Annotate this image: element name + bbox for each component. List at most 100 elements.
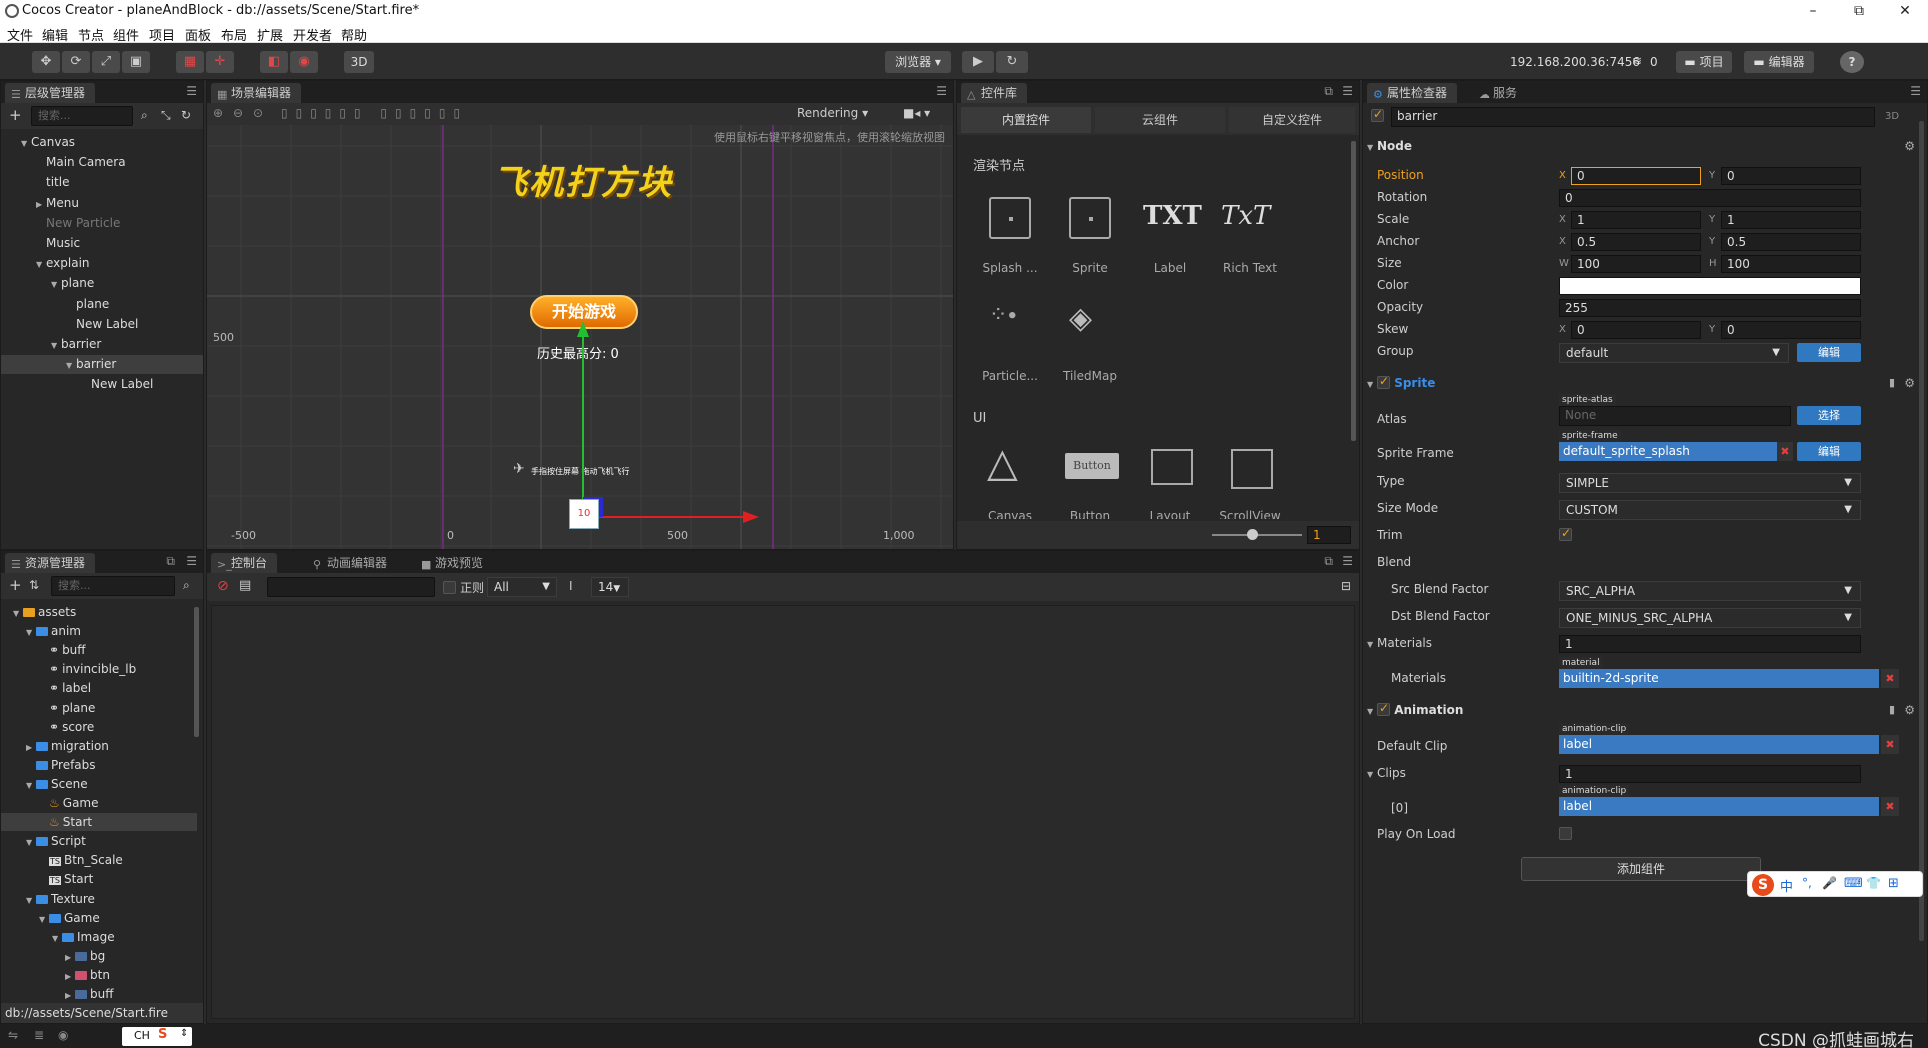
- animation-enabled-checkbox[interactable]: [1377, 701, 1390, 716]
- align-icons[interactable]: ▯▯▯▯▯▯ ▯▯▯▯▯▯: [281, 106, 468, 120]
- regex-toggle[interactable]: 正则: [443, 579, 484, 596]
- log-level-select[interactable]: All ▼: [487, 577, 557, 597]
- menu-developer[interactable]: 开发者: [293, 25, 332, 44]
- hierarchy-node[interactable]: Main Camera: [1, 153, 203, 172]
- panel-menu-icon[interactable]: ☰: [1910, 84, 1921, 98]
- collapse-icon[interactable]: ⊟: [1341, 579, 1351, 593]
- src-blend-select[interactable]: SRC_ALPHA ▼: [1559, 581, 1861, 601]
- tab-builtin[interactable]: 内置控件: [961, 107, 1091, 133]
- tab-game-preview[interactable]: ■ 游戏预览: [415, 553, 493, 573]
- hierarchy-node[interactable]: plane: [1, 295, 203, 314]
- hierarchy-node[interactable]: ▼ plane: [1, 274, 203, 293]
- expand-arrow-icon[interactable]: ▶: [65, 968, 75, 986]
- clear-icon[interactable]: ⊘: [217, 578, 229, 594]
- search-icon[interactable]: ⌕: [183, 578, 190, 593]
- camera-icon[interactable]: ■◂ ▾: [903, 106, 930, 120]
- node-name-input[interactable]: barrier: [1391, 107, 1875, 127]
- canvas-item[interactable]: △: [987, 443, 1018, 483]
- gear-icon[interactable]: ⚙: [1904, 703, 1915, 717]
- ime-indicator[interactable]: CH S ⇕: [122, 1027, 192, 1046]
- assets-scrollbar[interactable]: [194, 607, 199, 737]
- regex-checkbox[interactable]: [443, 581, 456, 594]
- hierarchy-node[interactable]: New Label: [1, 375, 203, 394]
- default-clip-field[interactable]: label: [1559, 735, 1879, 754]
- size-height-input[interactable]: 100: [1721, 255, 1861, 273]
- console-filter-input[interactable]: [267, 577, 435, 597]
- size-width-input[interactable]: 100: [1571, 255, 1701, 273]
- sprite-section-header[interactable]: ▼ Sprite: [1367, 374, 1435, 390]
- menu-edit[interactable]: 编辑: [42, 25, 68, 44]
- expand-arrow-icon[interactable]: ▼: [51, 275, 61, 294]
- scale-x-input[interactable]: 1: [1571, 211, 1701, 229]
- clear-frame-icon[interactable]: ✖: [1777, 442, 1793, 461]
- expand-arrow-icon[interactable]: ▼: [51, 336, 61, 355]
- panel-menu-icon[interactable]: ☰: [1342, 84, 1353, 98]
- ime-skin-icon[interactable]: 👕: [1866, 876, 1881, 890]
- clip0-field[interactable]: label: [1559, 797, 1879, 816]
- hierarchy-node[interactable]: New Particle: [1, 214, 203, 233]
- menu-help[interactable]: 帮助: [341, 25, 367, 44]
- help-button[interactable]: ?: [1840, 51, 1864, 73]
- hierarchy-node[interactable]: ▼ barrier: [1, 335, 203, 354]
- hierarchy-node[interactable]: New Label: [1, 315, 203, 334]
- scrollview-item[interactable]: [1231, 449, 1273, 489]
- add-icon[interactable]: +: [9, 106, 22, 124]
- tab-cloud[interactable]: 云组件: [1095, 107, 1225, 133]
- popout-icon[interactable]: ⧉: [1324, 554, 1333, 569]
- expand-arrow-icon[interactable]: ▶: [65, 949, 75, 967]
- particle-item[interactable]: ⁘∙: [989, 303, 1019, 328]
- zoom-in-icon[interactable]: ⊕: [213, 106, 223, 120]
- rotate-tool-icon[interactable]: ⟳: [62, 51, 90, 73]
- edit-frame-button[interactable]: 编辑: [1797, 442, 1861, 461]
- materials-group-label[interactable]: ▼ Materials: [1367, 636, 1432, 650]
- maximize-button[interactable]: ⧉: [1836, 0, 1882, 22]
- node-active-toggle[interactable]: [1371, 107, 1384, 124]
- menu-node[interactable]: 节点: [78, 25, 104, 44]
- panel-menu-icon[interactable]: ☰: [186, 84, 197, 98]
- clips-count-input[interactable]: 1: [1559, 765, 1861, 783]
- database-icon[interactable]: ≣: [34, 1028, 44, 1042]
- asset-item[interactable]: ▼ assets: [1, 603, 197, 621]
- ime-menu-icon[interactable]: ⊞: [1888, 876, 1899, 891]
- scale-tool-icon[interactable]: ⤢: [92, 51, 120, 73]
- help-book-icon[interactable]: ▮: [1889, 703, 1895, 716]
- zoom-reset-icon[interactable]: ⊙: [253, 106, 263, 120]
- play-icon[interactable]: ▶: [962, 51, 994, 73]
- sprite-enabled-checkbox[interactable]: [1377, 374, 1390, 389]
- menu-layout[interactable]: 布局: [221, 25, 247, 44]
- pivot-icon[interactable]: ▦: [176, 51, 204, 73]
- asset-item[interactable]: ▼ Scene: [1, 775, 197, 793]
- expand-arrow-icon[interactable]: ▼: [26, 777, 36, 795]
- menu-file[interactable]: 文件: [7, 25, 33, 44]
- label-item[interactable]: TXT: [1143, 201, 1202, 231]
- tab-library[interactable]: △ 控件库: [961, 83, 1028, 103]
- menu-panel[interactable]: 面板: [185, 25, 211, 44]
- play-on-load-check[interactable]: [1559, 827, 1572, 840]
- local-icon[interactable]: ◧: [260, 51, 288, 73]
- rect-tool-icon[interactable]: ▣: [122, 51, 150, 73]
- material-field[interactable]: builtin-2d-sprite: [1559, 669, 1879, 688]
- materials-count-input[interactable]: 1: [1559, 635, 1861, 653]
- clear-clip-icon[interactable]: ✖: [1881, 735, 1899, 754]
- tab-assets[interactable]: ☰ 资源管理器: [5, 553, 96, 573]
- menu-project[interactable]: 项目: [149, 25, 175, 44]
- open-project-button[interactable]: ▬ 项目: [1676, 51, 1732, 73]
- panel-menu-icon[interactable]: ☰: [936, 84, 947, 98]
- hierarchy-search-input[interactable]: 搜索...: [31, 106, 133, 126]
- node-section-header[interactable]: ▼ Node: [1367, 139, 1412, 153]
- expand-arrow-icon[interactable]: ▶: [36, 195, 46, 214]
- edit-group-button[interactable]: 编辑: [1797, 343, 1861, 362]
- ime-chinese-mode[interactable]: 中: [1780, 876, 1793, 895]
- tab-console[interactable]: >_ 控制台: [211, 553, 278, 573]
- anchor-x-input[interactable]: 0.5: [1571, 233, 1701, 251]
- asset-item[interactable]: ⚭ label: [1, 679, 197, 697]
- close-button[interactable]: ✕: [1882, 0, 1928, 22]
- asset-item[interactable]: ▶ btn: [1, 966, 197, 984]
- asset-item[interactable]: ▼ Game: [1, 909, 197, 927]
- clips-group-label[interactable]: ▼ Clips: [1367, 766, 1406, 780]
- sprite-item[interactable]: [1069, 197, 1111, 239]
- menu-extension[interactable]: 扩展: [257, 25, 283, 44]
- anchor-y-input[interactable]: 0.5: [1721, 233, 1861, 251]
- position-y-input[interactable]: 0: [1721, 167, 1861, 185]
- help-book-icon[interactable]: ▮: [1889, 376, 1895, 389]
